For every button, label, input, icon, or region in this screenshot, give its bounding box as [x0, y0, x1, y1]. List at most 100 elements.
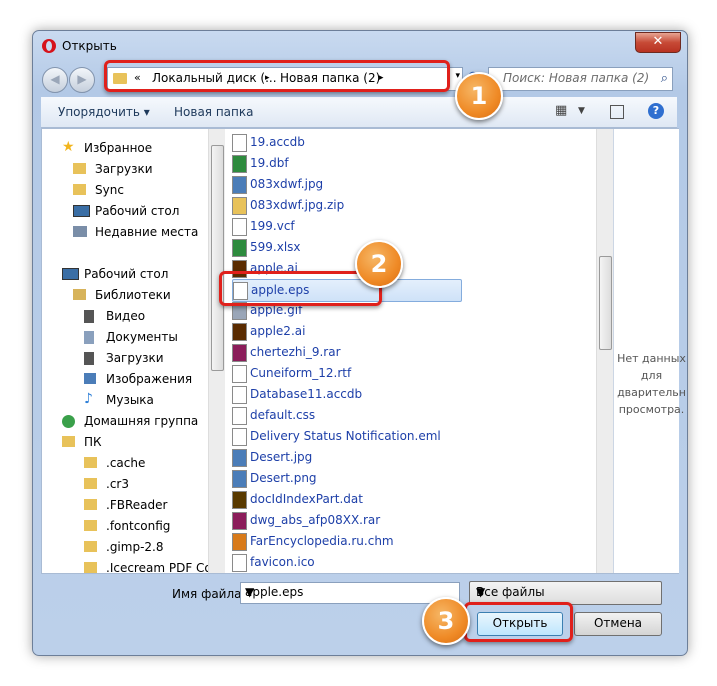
file-item[interactable]: docIdIndexPart.dat [232, 489, 482, 510]
folder-icon [73, 163, 86, 174]
search-icon[interactable]: ⌕ [661, 71, 668, 86]
step-badge-3: 3 [422, 597, 470, 645]
file-name-input[interactable]: apple.eps ▼ [240, 582, 460, 604]
rar-file-icon [232, 344, 247, 362]
documents-icon [84, 331, 94, 344]
file-name: dwg_abs_afp08XX.rar [250, 513, 381, 527]
view-options-icon[interactable]: ▦ [555, 103, 567, 118]
excel-file-icon [232, 155, 247, 173]
navigation-scrollbar[interactable] [208, 129, 225, 573]
folder-icon [84, 541, 97, 552]
file-name: Desert.png [250, 471, 317, 485]
file-name: apple2.ai [250, 324, 306, 338]
rar-file-icon [232, 512, 247, 530]
cancel-button[interactable]: Отмена [574, 612, 662, 636]
file-item[interactable]: default.css [232, 405, 482, 426]
file-icon [232, 428, 247, 446]
image-file-icon [232, 470, 247, 488]
video-icon [84, 310, 94, 323]
file-item[interactable]: apple2.ai [232, 321, 482, 342]
dat-file-icon [232, 491, 247, 509]
excel-file-icon [232, 239, 247, 257]
file-name: Database11.accdb [250, 387, 363, 401]
file-name: 599.xlsx [250, 240, 301, 254]
desktop-icon [62, 268, 79, 280]
organize-button[interactable]: Упорядочить ▾ [58, 105, 150, 119]
file-list-scroll-thumb[interactable] [599, 256, 612, 350]
navigation-pane: ★ Избранное Загрузки Sync Рабочий стол Не… [62, 139, 208, 573]
back-arrow-icon: ◀ [50, 72, 60, 86]
homegroup-icon [62, 415, 75, 428]
file-item[interactable]: Database11.accdb [232, 384, 482, 405]
file-icon [232, 554, 247, 572]
file-name: 083xdwf.jpg [250, 177, 324, 191]
file-list: 19.accdb 19.dbf 083xdwf.jpg 083xdwf.jpg.zip… [226, 129, 596, 573]
content-panes: ★ Избранное Загрузки Sync Рабочий стол Не… [41, 128, 686, 574]
image-file-icon [232, 176, 247, 194]
close-button[interactable]: ✕ [635, 32, 681, 53]
preview-pane-icon[interactable] [610, 105, 624, 119]
bottom-bar: Имя файла: apple.eps ▼ Все файлы ▼ Откры… [41, 575, 677, 647]
folder-icon [84, 520, 97, 531]
file-item[interactable]: 083xdwf.jpg [232, 174, 482, 195]
view-dropdown-icon[interactable]: ▼ [578, 106, 585, 116]
file-item[interactable]: Delivery Status Notification.eml [232, 426, 482, 447]
folder-icon [84, 562, 97, 573]
file-item[interactable]: 083xdwf.jpg.zip [232, 195, 482, 216]
file-item[interactable]: chertezhi_9.rar [232, 342, 482, 363]
file-item[interactable]: FarEncyclopedia.ru.chm [232, 531, 482, 552]
zip-file-icon [232, 197, 247, 215]
forward-button[interactable]: ▶ [69, 67, 95, 93]
new-folder-button[interactable]: Новая папка [174, 105, 253, 119]
file-item[interactable]: Cuneiform_12.rtf [232, 363, 482, 384]
file-name: Delivery Status Notification.eml [250, 429, 441, 443]
file-icon [232, 365, 247, 383]
file-icon [232, 134, 247, 152]
file-name: 19.accdb [250, 135, 305, 149]
file-item[interactable]: 199.vcf [232, 216, 482, 237]
chevron-down-icon[interactable]: ▼ [245, 585, 456, 599]
search-input[interactable]: Поиск: Новая папка (2) ⌕ [488, 67, 673, 91]
file-name: favicon.ico [250, 555, 315, 569]
preview-empty-text: Нет данных для дварительн просмотра. [617, 352, 686, 416]
preview-pane: Нет данных для дварительн просмотра. [613, 129, 686, 573]
file-item[interactable]: dwg_abs_afp08XX.rar [232, 510, 482, 531]
file-item[interactable]: 19.accdb [232, 132, 482, 153]
file-name: FarEncyclopedia.ru.chm [250, 534, 394, 548]
forward-arrow-icon: ▶ [77, 72, 87, 86]
file-name: 19.dbf [250, 156, 289, 170]
file-icon [232, 218, 247, 236]
highlight-open-button [464, 602, 573, 642]
address-dropdown-icon[interactable]: ▾ [455, 71, 460, 81]
library-icon [73, 289, 86, 300]
music-icon: ♪ [84, 391, 93, 407]
folder-icon [84, 499, 97, 510]
back-button[interactable]: ◀ [42, 67, 68, 93]
file-name-label: Имя файла: [172, 587, 246, 601]
desktop-icon [73, 205, 90, 217]
file-list-scrollbar[interactable] [596, 129, 613, 573]
navigation-scroll-thumb[interactable] [211, 145, 224, 371]
ai-file-icon [232, 323, 247, 341]
step-badge-1: 1 [455, 72, 503, 120]
opera-logo-icon [42, 39, 56, 53]
file-name: 083xdwf.jpg.zip [250, 198, 345, 212]
file-item[interactable]: Desert.jpg [232, 447, 482, 468]
star-icon: ★ [62, 139, 75, 155]
chevron-down-icon[interactable]: ▼ [476, 585, 656, 599]
folder-icon [73, 184, 86, 195]
file-name: docIdIndexPart.dat [250, 492, 363, 506]
file-item[interactable]: favicon.ico [232, 552, 482, 573]
downloads-icon [84, 352, 94, 365]
chm-file-icon [232, 533, 247, 551]
step-badge-2: 2 [355, 240, 403, 288]
computer-icon [62, 436, 75, 447]
open-dialog: Открыть ✕ ◀ ▶ « Локальный диск (... ▸ Но… [32, 30, 688, 656]
recent-places-icon [73, 226, 87, 237]
pictures-icon [84, 373, 96, 384]
file-name: 199.vcf [250, 219, 295, 233]
file-item[interactable]: 19.dbf [232, 153, 482, 174]
help-icon[interactable]: ? [648, 103, 664, 119]
file-name: Cuneiform_12.rtf [250, 366, 352, 380]
file-item[interactable]: Desert.png [232, 468, 482, 489]
